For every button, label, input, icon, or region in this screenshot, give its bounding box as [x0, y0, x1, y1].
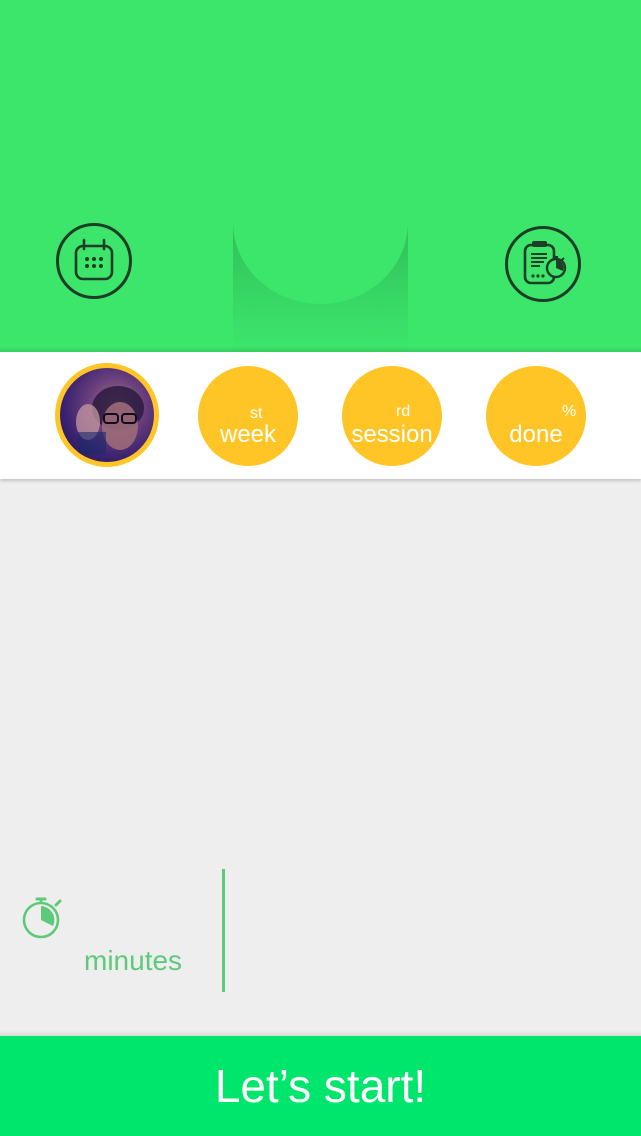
header-notch-cap	[233, 222, 408, 304]
week-suffix: st	[250, 405, 263, 422]
avatar[interactable]	[55, 363, 159, 467]
plan-button[interactable]	[505, 226, 581, 302]
session-label: session	[351, 421, 433, 448]
minutes-label: minutes	[84, 945, 183, 976]
stopwatch-icon	[22, 897, 62, 939]
done-label: done	[509, 421, 563, 448]
done-suffix: %	[562, 403, 577, 420]
calendar-icon	[74, 238, 114, 281]
session-stat: rd session	[342, 366, 442, 466]
week-label: week	[219, 421, 277, 448]
done-stat: % done	[486, 366, 586, 466]
clipboard-timer-icon	[523, 241, 567, 285]
calendar-button[interactable]	[56, 223, 132, 299]
start-button[interactable]: Let’s start!	[0, 1036, 641, 1136]
week-stat: st week	[198, 366, 298, 466]
user-avatar-photo	[60, 368, 154, 462]
vertical-divider	[222, 869, 225, 992]
header-notch	[233, 222, 408, 352]
session-suffix: rd	[396, 403, 411, 420]
